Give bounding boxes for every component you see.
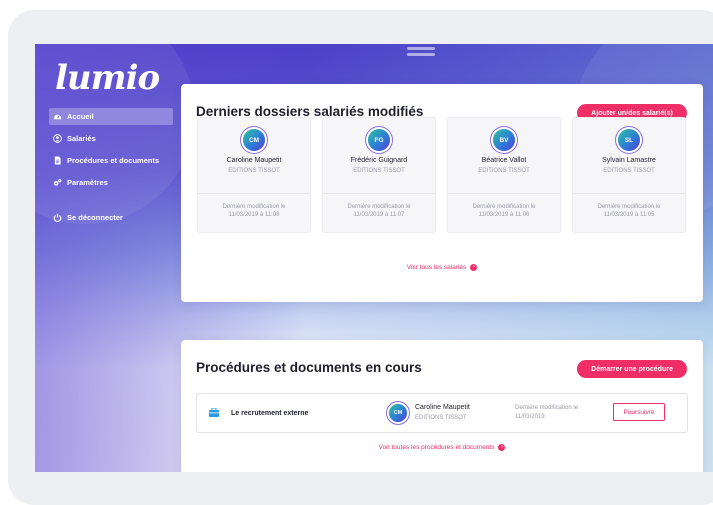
procedure-last-modified: Dernière modification le 11/03/2019	[515, 404, 578, 422]
logout-button[interactable]: Se déconnecter	[49, 209, 173, 226]
last-modified: Dernière modification le 11/03/2019 à 11:…	[448, 203, 560, 219]
avatar: SL	[618, 129, 640, 151]
procedure-modified-date: 11/03/2019	[515, 414, 545, 420]
sidebar-item-salaries[interactable]: Salariés	[49, 130, 173, 147]
logout-label: Se déconnecter	[67, 213, 123, 222]
procedures-card: Procédures et documents en cours Démarre…	[181, 340, 703, 472]
power-icon	[53, 213, 62, 222]
procedure-modified-label: Dernière modification le	[515, 405, 579, 411]
procedure-employee-name: Caroline Maupetit	[415, 404, 470, 411]
briefcase-icon	[209, 408, 219, 417]
employee-card[interactable]: FG Frédéric Guignard EDITIONS TISSOT Der…	[322, 117, 436, 233]
procedures-title: Procédures et documents en cours	[196, 360, 422, 375]
sidebar-item-label: Salariés	[67, 134, 96, 143]
employee-name: Sylvain Lamastre	[602, 157, 656, 164]
see-all-employees-link[interactable]: Voir tous les salariés ›	[181, 264, 703, 271]
dashboard-icon	[53, 114, 62, 120]
last-modified: Dernière modification le 11/03/2019 à 11:…	[573, 203, 685, 219]
avatar: CM	[243, 129, 265, 151]
procedure-row[interactable]: Le recrutement externe CM Caroline Maupe…	[196, 393, 688, 433]
divider	[573, 193, 685, 194]
sidebar-item-accueil[interactable]: Accueil	[49, 108, 173, 125]
see-all-procedures-link[interactable]: Voir toutes les procédures et documents …	[181, 444, 703, 451]
window-notch	[407, 47, 435, 50]
avatar: BV	[493, 129, 515, 151]
sidebar-nav: Accueil Salariés Procédures et documents…	[49, 108, 173, 231]
employee-name: Béatrice Vallot	[481, 157, 527, 164]
last-modified-label: Dernière modification le	[472, 204, 536, 210]
procedure-title: Le recrutement externe	[231, 410, 309, 417]
divider	[323, 193, 435, 194]
recent-employees-card: Derniers dossiers salariés modifiés Ajou…	[181, 84, 703, 302]
last-modified-date: 11/03/2019 à 11:08	[228, 212, 280, 218]
document-icon	[54, 156, 61, 165]
divider	[198, 193, 310, 194]
employee-company: EDITIONS TISSOT	[353, 168, 405, 174]
employee-name: Frédéric Guignard	[350, 157, 408, 164]
arrow-right-icon: ›	[470, 264, 478, 271]
employee-card[interactable]: CM Caroline Maupetit EDITIONS TISSOT Der…	[197, 117, 311, 233]
sidebar-item-label: Paramètres	[67, 178, 108, 187]
last-modified-label: Dernière modification le	[222, 204, 286, 210]
last-modified: Dernière modification le 11/03/2019 à 11:…	[323, 203, 435, 219]
window-notch	[407, 53, 435, 56]
employee-card[interactable]: BV Béatrice Vallot EDITIONS TISSOT Derni…	[447, 117, 561, 233]
last-modified-date: 11/03/2019 à 11:05	[603, 212, 655, 218]
see-all-procedures-label: Voir toutes les procédures et documents	[378, 444, 495, 451]
employee-company: EDITIONS TISSOT	[603, 168, 655, 174]
employee-name: Caroline Maupetit	[226, 157, 282, 164]
start-procedure-button[interactable]: Démarrer une procédure	[577, 360, 687, 378]
app-screen: lumio Accueil Salariés Procédures et doc…	[35, 44, 713, 472]
employee-card[interactable]: SL Sylvain Lamastre EDITIONS TISSOT Dern…	[572, 117, 686, 233]
avatar: FG	[368, 129, 390, 151]
sidebar-item-label: Accueil	[67, 112, 94, 121]
last-modified-date: 11/03/2019 à 11:07	[353, 212, 405, 218]
divider	[448, 193, 560, 194]
procedure-employee-company: EDITIONS TISSOT	[415, 415, 467, 421]
see-all-employees-label: Voir tous les salariés	[406, 264, 467, 271]
sidebar-item-label: Procédures et documents	[67, 156, 160, 165]
last-modified-label: Dernière modification le	[347, 204, 411, 210]
arrow-right-icon: ›	[498, 444, 506, 451]
continue-button[interactable]: Poursuivre	[613, 403, 665, 421]
last-modified-date: 11/03/2019 à 11:06	[478, 212, 530, 218]
employee-company: EDITIONS TISSOT	[478, 168, 530, 174]
app-logo: lumio	[55, 58, 160, 98]
sidebar-item-procedures[interactable]: Procédures et documents	[49, 152, 173, 169]
user-icon	[53, 134, 62, 143]
last-modified-label: Dernière modification le	[597, 204, 661, 210]
sidebar-item-parametres[interactable]: Paramètres	[49, 174, 173, 191]
employee-company: EDITIONS TISSOT	[228, 168, 280, 174]
last-modified: Dernière modification le 11/03/2019 à 11:…	[198, 203, 310, 219]
gears-icon	[53, 179, 62, 186]
avatar: CM	[389, 404, 407, 422]
